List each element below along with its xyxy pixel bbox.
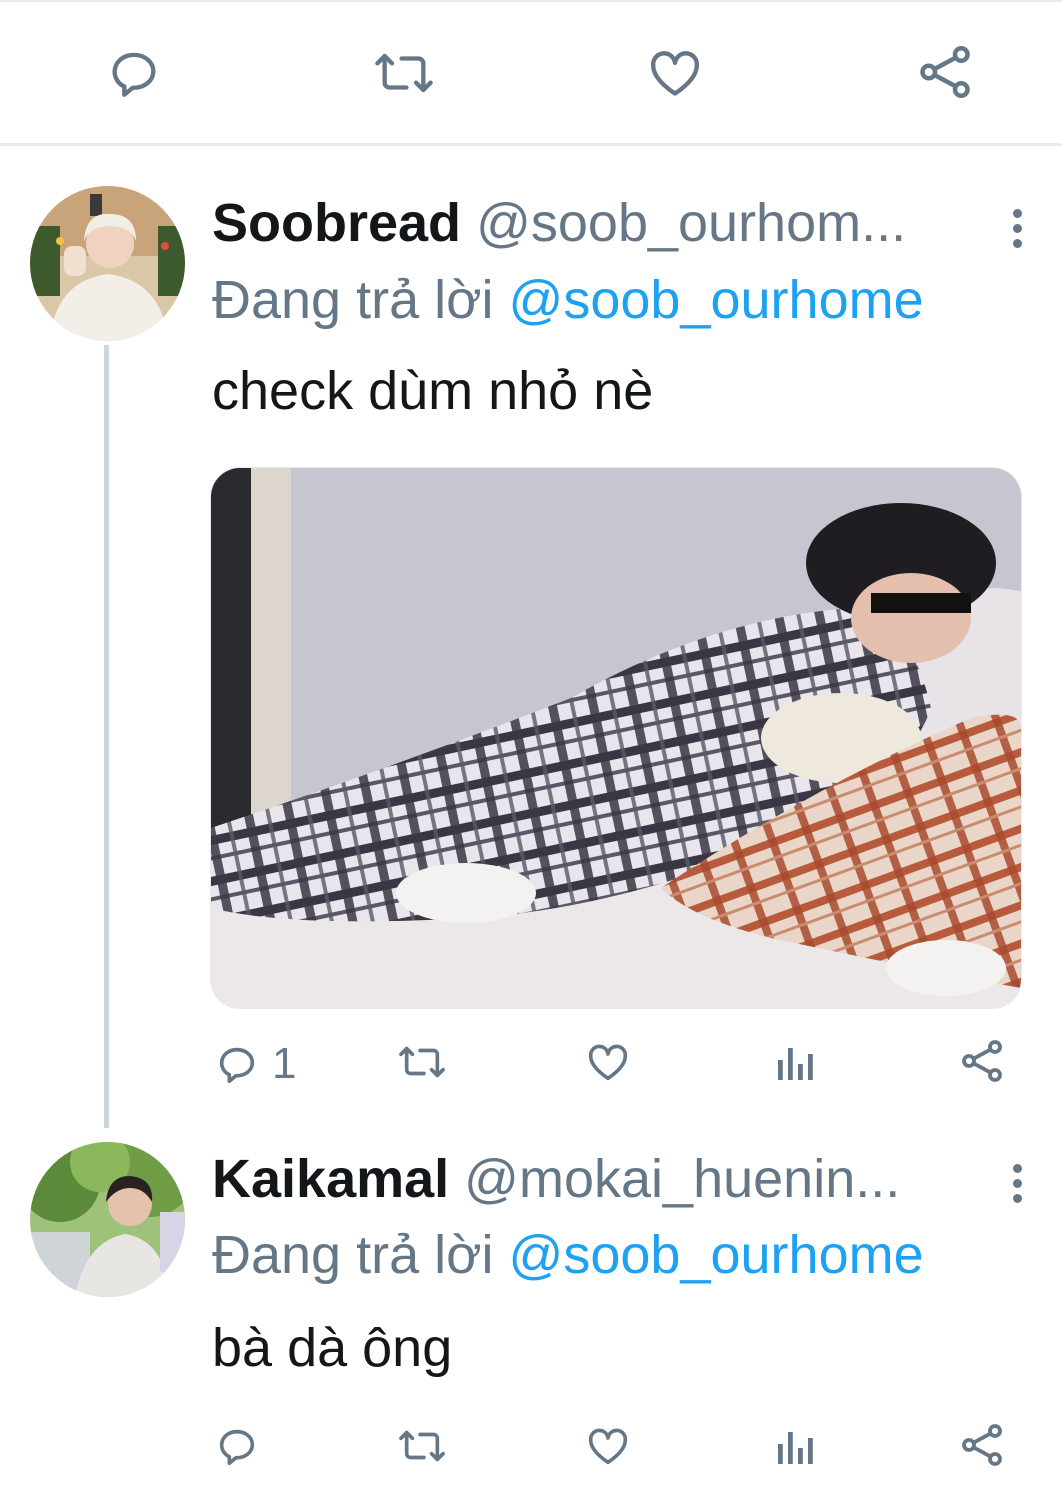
mention-link[interactable]: @soob_ourhome <box>509 270 924 330</box>
reply-button[interactable] <box>214 1423 260 1469</box>
reply-count: 1 <box>272 1039 297 1088</box>
tweet-text: bà dà ông <box>212 1318 453 1378</box>
replying-to-label: Đang trả lời <box>212 1225 494 1285</box>
thread-connector <box>104 345 109 1128</box>
retweet-icon <box>375 53 433 93</box>
avatar[interactable] <box>30 186 185 341</box>
reply-icon <box>219 1429 255 1466</box>
share-button[interactable] <box>958 1421 1006 1469</box>
share-icon <box>920 46 970 98</box>
share-icon <box>962 1040 1002 1082</box>
display-name[interactable]: Soobread <box>212 193 461 253</box>
tweet-text: check dùm nhỏ nè <box>212 361 654 421</box>
display-name[interactable]: Kaikamal <box>212 1149 449 1209</box>
like-button[interactable] <box>645 44 705 102</box>
reply-icon <box>112 52 156 97</box>
replying-to-label: Đang trả lời <box>212 270 494 330</box>
share-button[interactable] <box>958 1037 1006 1085</box>
more-options-button[interactable] <box>1010 1158 1024 1209</box>
share-button[interactable] <box>915 42 975 102</box>
reply-button[interactable] <box>105 44 163 102</box>
analytics-button[interactable] <box>776 1426 816 1466</box>
replying-to: Đang trả lời @soob_ourhome <box>212 267 924 333</box>
analytics-button[interactable] <box>776 1042 816 1082</box>
tweet-photo[interactable] <box>210 467 1022 1009</box>
like-icon <box>588 1428 628 1465</box>
analytics-icon <box>778 1432 813 1464</box>
reply-icon <box>219 1047 255 1084</box>
tweet-header: Kaikamal @mokai_huenin... <box>212 1146 1002 1212</box>
like-icon <box>588 1044 628 1081</box>
retweet-button[interactable] <box>396 1423 448 1469</box>
like-icon <box>651 51 699 96</box>
tweet-header: Soobread @soob_ourhom... <box>212 190 1002 256</box>
reply-button[interactable]: 1 <box>214 1039 296 1089</box>
more-options-button[interactable] <box>1010 203 1024 254</box>
share-icon <box>962 1424 1002 1466</box>
user-handle[interactable]: @soob_ourhom... <box>476 193 906 253</box>
replying-to: Đang trả lời @soob_ourhome <box>212 1222 924 1288</box>
retweet-button[interactable] <box>396 1039 448 1085</box>
mention-link[interactable]: @soob_ourhome <box>509 1225 924 1285</box>
parent-tweet-action-bar <box>0 0 1062 146</box>
retweet-button[interactable] <box>372 44 436 102</box>
user-handle[interactable]: @mokai_huenin... <box>464 1149 900 1209</box>
avatar[interactable] <box>30 1142 185 1297</box>
like-button[interactable] <box>584 1423 632 1469</box>
retweet-icon <box>399 1046 445 1078</box>
analytics-icon <box>778 1048 813 1080</box>
retweet-icon <box>399 1430 445 1462</box>
like-button[interactable] <box>584 1039 632 1085</box>
